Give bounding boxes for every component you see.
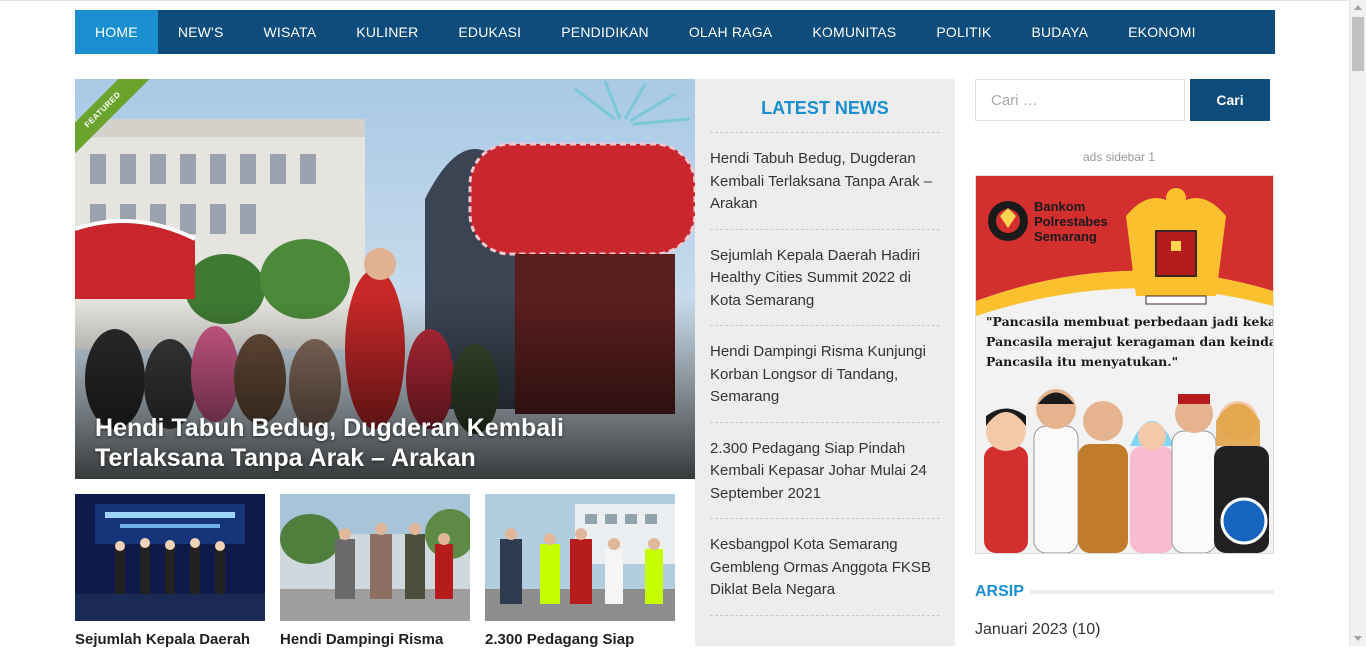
main-nav: HOME NEW'S WISATA KULINER EDUKASI PENDID… <box>75 10 1275 54</box>
thumb-card[interactable]: 2.300 Pedagang Siap <box>485 494 675 648</box>
thumb-title[interactable]: 2.300 Pedagang Siap <box>485 631 675 648</box>
latest-news-item[interactable]: Hendi Tabuh Bedug, Dugderan Kembali Terl… <box>710 133 940 230</box>
latest-news-item[interactable]: Hendi Dampingi Risma Kunjungi Korban Lon… <box>710 326 940 423</box>
top-border <box>0 0 1348 1</box>
scroll-up-icon[interactable] <box>1354 5 1362 10</box>
thumb-image <box>75 494 265 621</box>
thumb-card[interactable]: Sejumlah Kepala Daerah <box>75 494 265 648</box>
nav-item-olah-raga[interactable]: OLAH RAGA <box>669 10 793 54</box>
latest-news-title: LATEST NEWS <box>761 98 889 118</box>
nav-item-budaya[interactable]: BUDAYA <box>1011 10 1108 54</box>
nav-item-ekonomi[interactable]: EKONOMI <box>1108 10 1216 54</box>
thumb-image <box>485 494 675 621</box>
ad-banner[interactable]: Bankom Polrestabes Semarang "Pancasila m… <box>975 175 1274 554</box>
scroll-thumb[interactable] <box>1352 17 1364 71</box>
featured-article[interactable]: FEATURED Hendi Tabuh Bedug, Dugderan Kem… <box>75 79 695 479</box>
thumb-image <box>280 494 470 621</box>
nav-item-kuliner[interactable]: KULINER <box>336 10 438 54</box>
scroll-down-icon[interactable] <box>1354 636 1362 641</box>
ad-quote-line3: Pancasila itu menyatukan." <box>986 354 1178 369</box>
arsip-divider <box>1030 590 1274 594</box>
ad-org-line1: Bankom <box>1034 199 1085 214</box>
page-scrollbar[interactable] <box>1349 0 1366 646</box>
ad-org-line2: Polrestabes <box>1034 214 1108 229</box>
thumb-card[interactable]: Hendi Dampingi Risma <box>280 494 470 648</box>
ad-quote-line2: Pancasila merajut keragaman dan keindaha… <box>986 334 1273 349</box>
thumb-articles: Sejumlah Kepala Daerah Hendi Dampingi Ri… <box>75 494 685 654</box>
latest-news-list: Hendi Tabuh Bedug, Dugderan Kembali Terl… <box>710 132 940 616</box>
latest-news-item[interactable]: Kesbangpol Kota Semarang Gembleng Ormas … <box>710 519 940 616</box>
latest-news-item[interactable]: 2.300 Pedagang Siap Pindah Kembali Kepas… <box>710 423 940 519</box>
garuda-emblem-icon <box>1126 188 1226 305</box>
arsip-item[interactable]: Januari 2023 (10) <box>975 621 1100 639</box>
nav-item-news[interactable]: NEW'S <box>158 10 244 54</box>
nav-item-wisata[interactable]: WISATA <box>244 10 337 54</box>
ad-image: Bankom Polrestabes Semarang "Pancasila m… <box>976 176 1273 553</box>
featured-title[interactable]: Hendi Tabuh Bedug, Dugderan Kembali Terl… <box>95 413 615 473</box>
latest-news-item[interactable]: Sejumlah Kepala Daerah Hadiri Healthy Ci… <box>710 230 940 326</box>
nav-item-home[interactable]: HOME <box>75 10 158 54</box>
thumb-title[interactable]: Sejumlah Kepala Daerah <box>75 631 265 648</box>
nav-item-komunitas[interactable]: KOMUNITAS <box>792 10 916 54</box>
ads-label: ads sidebar 1 <box>1082 150 1156 164</box>
arsip-title: ARSIP <box>975 583 1024 600</box>
thumb-title[interactable]: Hendi Dampingi Risma <box>280 631 470 648</box>
nav-item-edukasi[interactable]: EDUKASI <box>438 10 541 54</box>
nav-item-politik[interactable]: POLITIK <box>916 10 1011 54</box>
latest-news-panel: LATEST NEWS Hendi Tabuh Bedug, Dugderan … <box>695 79 955 646</box>
search-input[interactable] <box>975 79 1185 121</box>
ad-quote-line1: "Pancasila membuat perbedaan jadi kekaya… <box>986 314 1273 329</box>
ad-org-line3: Semarang <box>1034 229 1097 244</box>
nav-item-pendidikan[interactable]: PENDIDIKAN <box>541 10 669 54</box>
search-button[interactable]: Cari <box>1190 79 1270 121</box>
